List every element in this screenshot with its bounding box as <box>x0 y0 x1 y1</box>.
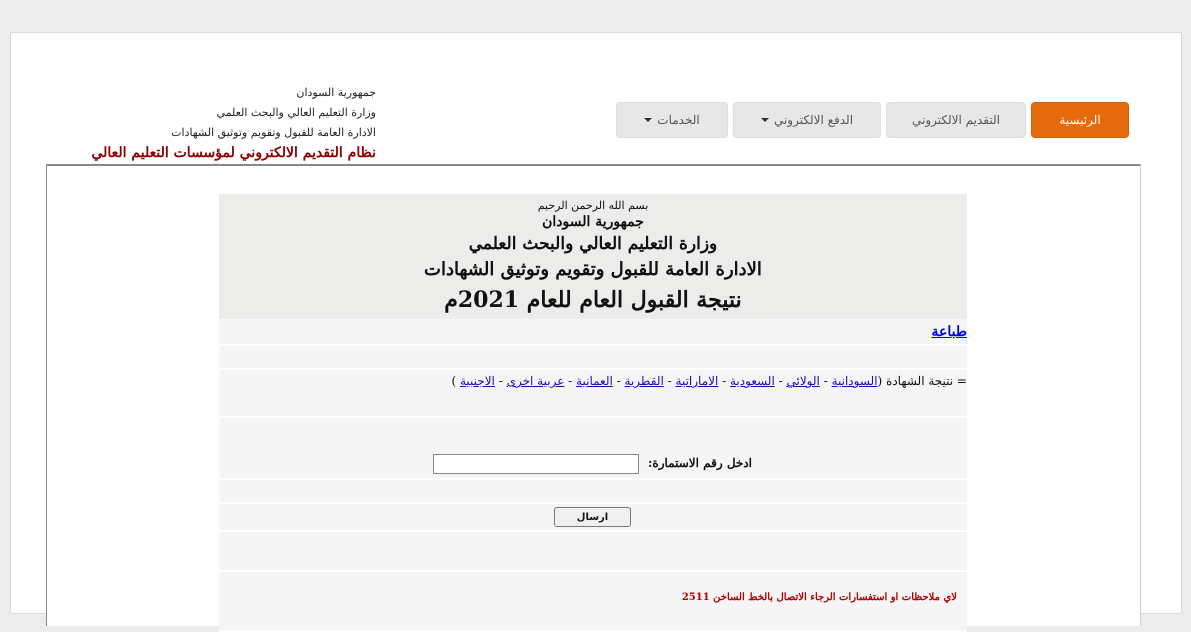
separator: - <box>663 374 676 388</box>
result-panel: بسم الله الرحمن الرحيم جمهورية السودان و… <box>219 194 967 632</box>
cert-link-omani[interactable]: العمانية <box>576 374 613 388</box>
nav-services-dropdown[interactable]: الخدمات <box>616 102 728 138</box>
cert-link-saudi[interactable]: السعودية <box>730 374 775 388</box>
contact-row: لاي ملاحظات او استفسارات الرجاء الاتصال … <box>219 572 967 632</box>
cert-link-foreign[interactable]: الاجنبية <box>460 374 495 388</box>
spacer-row <box>219 532 967 572</box>
result-header: بسم الله الرحمن الرحيم جمهورية السودان و… <box>219 194 967 319</box>
page-container: جمهورية السودان وزارة التعليم العالي وال… <box>10 32 1182 632</box>
nav-home[interactable]: الرئيسية <box>1031 102 1129 138</box>
basmala: بسم الله الرحمن الرحيم <box>537 199 649 212</box>
brand-line-ministry: وزارة التعليم العالي والبحث العلمي <box>216 106 376 119</box>
brand-system-title: نظام التقديم الالكتروني لمؤسسات التعليم … <box>91 145 376 161</box>
nav-payment-dropdown[interactable]: الدفع الالكتروني <box>733 102 881 138</box>
cert-link-emirati[interactable]: الاماراتية <box>676 374 719 388</box>
header-ministry: وزارة التعليم العالي والبحث العلمي <box>468 234 718 254</box>
site-branding: جمهورية السودان وزارة التعليم العالي وال… <box>91 83 376 163</box>
separator: - <box>612 374 625 388</box>
result-title: نتيجة القبول العام للعام 2021م <box>444 287 742 313</box>
cert-link-state[interactable]: الولائي <box>787 374 820 388</box>
header-republic: جمهورية السودان <box>542 214 644 230</box>
spacer-row <box>219 346 967 370</box>
form-number-row: ادخل رقم الاستمارة: <box>219 418 967 480</box>
separator: - <box>564 374 577 388</box>
cert-link-sudanese[interactable]: السودانية <box>832 374 878 388</box>
separator: - <box>494 374 507 388</box>
header-directorate: الادارة العامة للقبول وتقويم وتوثيق الشه… <box>424 259 762 280</box>
cert-link-other-arab[interactable]: عربية اخرى <box>507 374 565 388</box>
chevron-down-icon <box>644 118 653 122</box>
certificates-suffix: ) <box>451 374 460 388</box>
nav-apply-label: التقديم الالكتروني <box>912 113 1000 127</box>
content-frame: بسم الله الرحمن الرحيم جمهورية السودان و… <box>46 164 1141 632</box>
submit-button[interactable]: ارسال <box>554 507 631 527</box>
certificate-links-row: = نتيجة الشهادة (السودانية - الولائي - ا… <box>219 370 967 418</box>
main-nav: الرئيسية التقديم الالكتروني الدفع الالكت… <box>616 102 1129 138</box>
chevron-down-icon <box>760 118 769 122</box>
nav-apply[interactable]: التقديم الالكتروني <box>886 102 1026 138</box>
separator: - <box>718 374 730 388</box>
nav-services-label: الخدمات <box>657 113 700 127</box>
nav-home-label: الرئيسية <box>1059 113 1101 127</box>
cert-link-qatari[interactable]: القطرية <box>625 374 664 388</box>
spacer-row <box>219 480 967 504</box>
brand-line-directorate: الادارة العامة للقبول وتقويم وتوثيق الشه… <box>171 126 376 139</box>
separator: - <box>774 374 787 388</box>
nav-payment-label: الدفع الالكتروني <box>773 113 854 127</box>
print-row: طباعة <box>219 319 967 346</box>
form-number-input[interactable] <box>433 454 639 474</box>
brand-line-republic: جمهورية السودان <box>296 86 376 99</box>
certificates-prefix: = نتيجة الشهادة ( <box>877 374 967 388</box>
separator: - <box>819 374 832 388</box>
form-number-label: ادخل رقم الاستمارة: <box>647 456 752 470</box>
submit-row: ارسال <box>219 504 967 532</box>
print-link[interactable]: طباعة <box>932 324 968 340</box>
